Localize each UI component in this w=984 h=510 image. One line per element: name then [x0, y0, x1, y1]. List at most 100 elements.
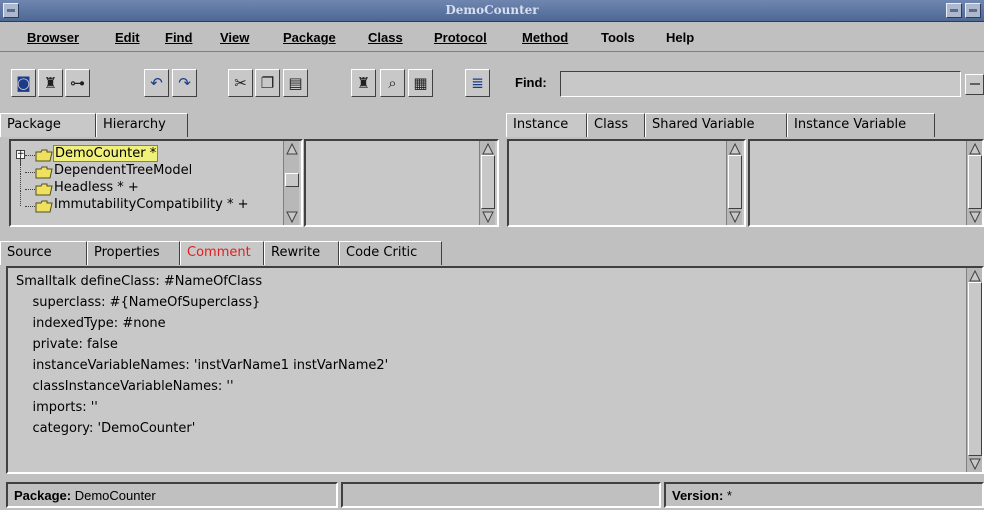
status-package: Package: DemoCounter	[6, 482, 338, 508]
class-list-scrollbar[interactable]	[479, 141, 495, 225]
tab-comment[interactable]: Comment	[180, 241, 264, 265]
browse-icon: ◙	[16, 73, 31, 92]
tab-hierarchy[interactable]: Hierarchy	[96, 113, 188, 137]
browse-button[interactable]: ◙	[11, 69, 36, 97]
find-references-icon: ♜	[43, 73, 58, 92]
scroll-thumb[interactable]	[968, 155, 982, 209]
scroll-up-arrow-icon[interactable]	[285, 142, 299, 156]
redo-button[interactable]: ↷	[172, 69, 197, 97]
scroll-down-arrow-icon[interactable]	[285, 210, 299, 224]
menu-protocol[interactable]: Protocol	[434, 30, 487, 45]
paste-button[interactable]: ▤	[283, 69, 308, 97]
status-middle	[341, 482, 661, 508]
tree-item-label: Headless * +	[54, 180, 139, 195]
class-list[interactable]	[304, 139, 499, 227]
menu-help[interactable]: Help	[666, 30, 694, 45]
format-code-icon: ≣	[471, 73, 484, 92]
package-folder-icon	[35, 166, 53, 183]
code-scrollbar[interactable]	[966, 268, 982, 472]
menu-package[interactable]: Package	[283, 30, 336, 45]
code-line: instanceVariableNames: 'instVarName1 ins…	[16, 358, 389, 373]
code-line: imports: ''	[16, 400, 98, 415]
status-version-value: *	[726, 488, 732, 503]
browse-hierarchy-button[interactable]: ⊶	[65, 69, 90, 97]
tree-connector	[25, 172, 35, 173]
status-package-value: DemoCounter	[74, 488, 156, 503]
package-tree-scrollbar[interactable]	[283, 141, 299, 225]
menu-class[interactable]: Class	[368, 30, 403, 45]
scroll-down-arrow-icon[interactable]	[481, 210, 495, 224]
package-folder-icon	[35, 200, 53, 217]
find-implementors-button[interactable]: ⌕	[380, 69, 405, 97]
menu-bar: Browser Edit Find View Package Class Pro…	[0, 23, 984, 52]
tree-connector	[20, 190, 21, 206]
tab-source[interactable]: Source	[0, 241, 87, 265]
protocol-list-scrollbar[interactable]	[726, 141, 742, 225]
status-package-label: Package:	[14, 488, 72, 503]
find-references-button[interactable]: ♜	[38, 69, 63, 97]
protocol-list[interactable]	[507, 139, 746, 227]
scroll-thumb[interactable]	[728, 155, 742, 209]
title-bar[interactable]: DemoCounter	[0, 0, 984, 22]
tab-instance-variable[interactable]: Instance Variable	[787, 113, 935, 137]
code-text[interactable]: Smalltalk defineClass: #NameOfClass supe…	[16, 270, 966, 470]
menu-find[interactable]: Find	[165, 30, 192, 45]
status-version-label: Version:	[672, 488, 724, 503]
scroll-up-arrow-icon[interactable]	[968, 269, 982, 283]
scroll-thumb[interactable]	[481, 155, 495, 209]
tab-shared-variable[interactable]: Shared Variable	[645, 113, 787, 137]
menu-edit[interactable]: Edit	[115, 30, 140, 45]
cut-button[interactable]: ✂	[228, 69, 253, 97]
window-title: DemoCounter	[445, 3, 539, 17]
tab-class[interactable]: Class	[587, 113, 645, 137]
find-senders-icon: ♜	[356, 73, 371, 92]
format-code-button[interactable]: ≣	[465, 69, 490, 97]
undo-icon: ↶	[150, 73, 163, 92]
package-folder-icon	[35, 183, 53, 200]
maximize-button[interactable]	[965, 3, 981, 18]
scroll-thumb[interactable]	[285, 173, 299, 187]
tab-package[interactable]: Package	[0, 113, 96, 137]
package-folder-icon	[35, 149, 53, 166]
copy-button[interactable]: ❐	[255, 69, 280, 97]
menu-tools[interactable]: Tools	[601, 30, 635, 45]
paste-icon: ▤	[288, 73, 303, 92]
scroll-down-arrow-icon[interactable]	[728, 210, 742, 224]
find-options-button[interactable]	[965, 74, 984, 95]
menu-method[interactable]: Method	[522, 30, 568, 45]
scroll-thumb[interactable]	[968, 282, 982, 456]
menu-browser[interactable]: Browser	[27, 30, 79, 45]
undo-button[interactable]: ↶	[144, 69, 169, 97]
tree-item-label: DependentTreeModel	[54, 163, 193, 178]
find-class-button[interactable]: ▦	[408, 69, 433, 97]
tree-item-label: DemoCounter *	[52, 145, 159, 162]
tree-connector	[25, 155, 35, 156]
find-senders-button[interactable]: ♜	[351, 69, 376, 97]
code-line: superclass: #{NameOfSuperclass}	[16, 295, 261, 310]
method-list[interactable]	[748, 139, 984, 227]
tree-connector	[20, 173, 21, 189]
tab-instance[interactable]: Instance	[506, 113, 587, 137]
code-line: private: false	[16, 337, 118, 352]
tree-item-label: ImmutabilityCompatibility * +	[54, 197, 249, 212]
tab-code-critic[interactable]: Code Critic	[339, 241, 442, 265]
tab-rewrite[interactable]: Rewrite	[264, 241, 339, 265]
find-class-icon: ▦	[413, 73, 428, 92]
scroll-down-arrow-icon[interactable]	[968, 210, 982, 224]
scroll-up-arrow-icon[interactable]	[481, 142, 495, 156]
code-line: classInstanceVariableNames: ''	[16, 379, 234, 394]
find-input[interactable]	[560, 71, 961, 97]
scroll-up-arrow-icon[interactable]	[728, 142, 742, 156]
scroll-down-arrow-icon[interactable]	[968, 457, 982, 471]
code-editor[interactable]: Smalltalk defineClass: #NameOfClass supe…	[6, 266, 984, 474]
tab-properties[interactable]: Properties	[87, 241, 180, 265]
minimize-button[interactable]	[946, 3, 962, 18]
find-label: Find:	[515, 75, 547, 90]
code-line: indexedType: #none	[16, 316, 166, 331]
method-list-scrollbar[interactable]	[966, 141, 982, 225]
tree-connector	[25, 189, 35, 190]
scroll-up-arrow-icon[interactable]	[968, 142, 982, 156]
package-tree[interactable]: + DemoCounter * DependentTreeModel Headless…	[9, 139, 303, 227]
package-tree-list: + DemoCounter * DependentTreeModel Headless…	[13, 143, 283, 223]
menu-view[interactable]: View	[220, 30, 249, 45]
